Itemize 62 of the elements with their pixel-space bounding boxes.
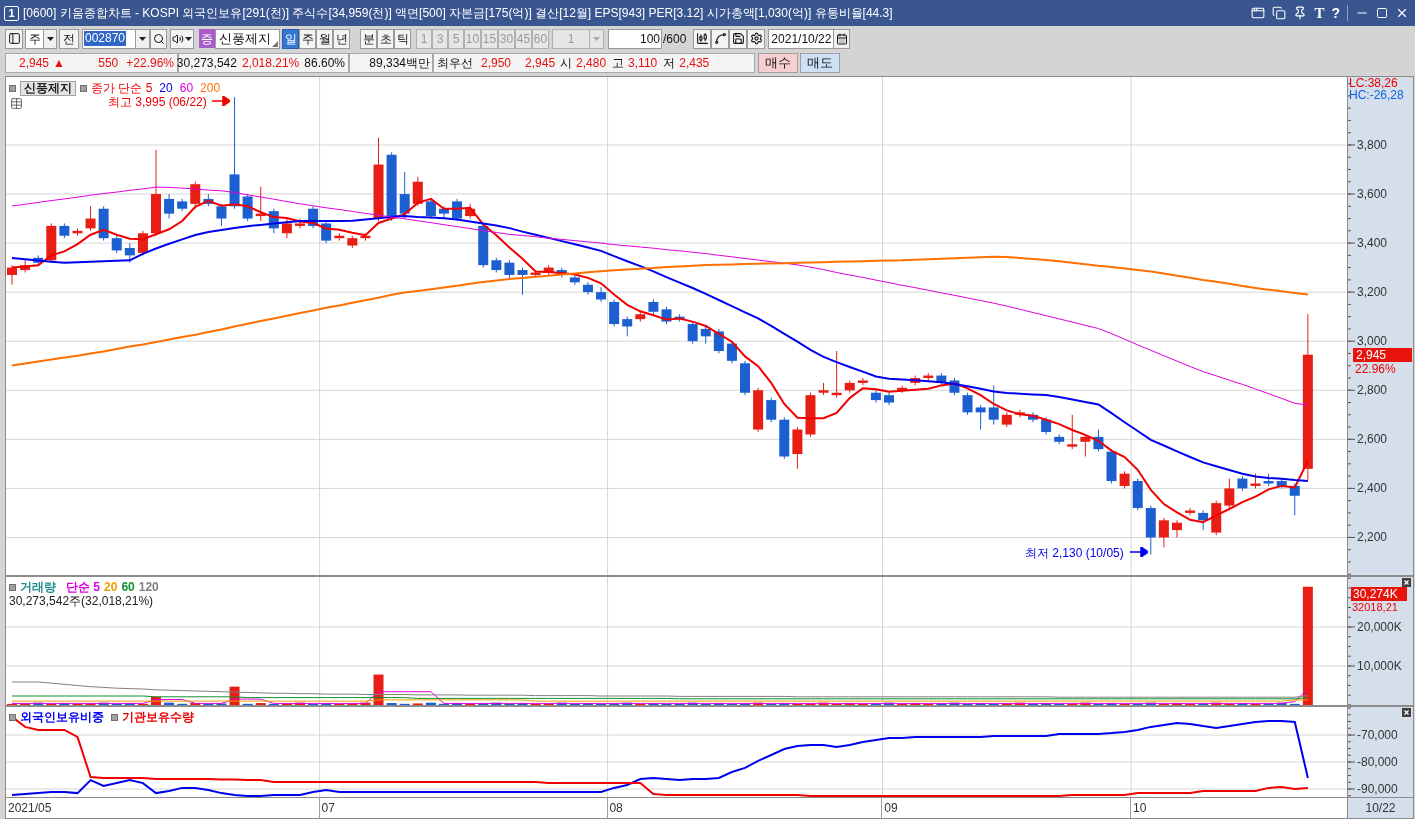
legend-label: 60 [121, 579, 135, 596]
best-ask: 2,950 [481, 54, 512, 72]
axis-label: 3,200 [1357, 285, 1388, 300]
legend-label: 종가 단순 5 [91, 80, 153, 97]
last-date-label: 10/22 [1365, 800, 1396, 817]
direction-mark: ▲ [53, 54, 65, 72]
turnover-ratio: 86.60% [304, 54, 345, 72]
volume-title: 거래량 [20, 579, 56, 596]
market-badge: 증 [199, 29, 215, 48]
axis-label: 2,400 [1357, 481, 1388, 496]
axis-label: 2,800 [1357, 383, 1388, 398]
legend-label: 60 [179, 80, 194, 97]
high-price-note: 최고 3,995 (06/22) [108, 94, 207, 111]
axis-label: 3,400 [1357, 236, 1388, 251]
legend-label: 20 [104, 579, 118, 596]
axis-label: -90,000 [1357, 782, 1398, 796]
best-price-label: 최우선 [437, 54, 473, 72]
change-rate: +22.96% [126, 54, 174, 72]
stock-name-label: 신풍제지 [20, 80, 76, 96]
low-label: 저 [663, 54, 676, 72]
axis-label: 2,600 [1357, 432, 1388, 447]
date-axis-label: 2021/05 [8, 800, 52, 817]
low-price-note: 최저 2,130 (10/05) [1025, 545, 1124, 562]
window-title: [0600] 키움종합차트 - KOSPI 외국인보유[291(천)] 주식수[34,959(천)] 액면[500] 자본금[175(억)] 결산[12월] EPS[943] PER[3.12] 시가총액[1,030(억)] 유통비율[44.3] [23, 5, 893, 22]
count-max-label: /600 [663, 30, 687, 48]
date-axis-label: 08 [609, 800, 623, 817]
legend-label: 단순 5 [66, 579, 100, 596]
volume-summary: 30,273,542주(32,018,21%) [9, 593, 154, 610]
date-axis-label: 07 [321, 800, 335, 817]
high-label: 고 [612, 54, 625, 72]
volume-rate: 2,018.21% [241, 54, 300, 72]
trade-volume: 30,273,542 [176, 54, 237, 72]
legend-label: 200 [200, 80, 221, 97]
open-price: 2,480 [576, 54, 607, 72]
window-number: 1 [4, 5, 19, 21]
trade-amount: 89,334백만 [369, 54, 430, 72]
current-price: 2,945 [19, 54, 50, 72]
axis-label: 3,000 [1357, 334, 1388, 349]
lc-value: LC:38,26 [1349, 77, 1398, 90]
open-label: 시 [560, 54, 573, 72]
axis-label: -70,000 [1357, 728, 1398, 742]
date-axis-label: 10 [1133, 800, 1147, 817]
best-bid: 2,945 [525, 54, 556, 72]
legend-label: 외국인보유비중 [20, 709, 104, 726]
last-change-rate: 22.96% [1355, 362, 1396, 376]
high-price: 3,110 [628, 54, 658, 72]
legend-label: 기관보유수량 [122, 709, 194, 726]
axis-label: 2,200 [1357, 530, 1388, 545]
date-axis-label: 09 [884, 800, 898, 817]
axis-label: 3,600 [1357, 187, 1388, 201]
axis-label: 20,000K [1357, 619, 1402, 634]
legend-label: 20 [159, 80, 173, 97]
axis-label: 3,800 [1357, 137, 1388, 152]
last-volume-tag: 30,274K [1351, 587, 1407, 601]
axis-label: 10,000K [1357, 658, 1402, 673]
price-change: 550 [98, 54, 119, 72]
legend-label: 120 [138, 579, 159, 596]
last-price-tag: 2,945 [1353, 347, 1412, 362]
axis-label: -80,000 [1357, 755, 1398, 769]
last-volume-ratio: 32018,21 [1352, 601, 1398, 614]
low-price: 2,435 [679, 54, 710, 72]
hc-value: HC:-26,28 [1349, 89, 1404, 102]
